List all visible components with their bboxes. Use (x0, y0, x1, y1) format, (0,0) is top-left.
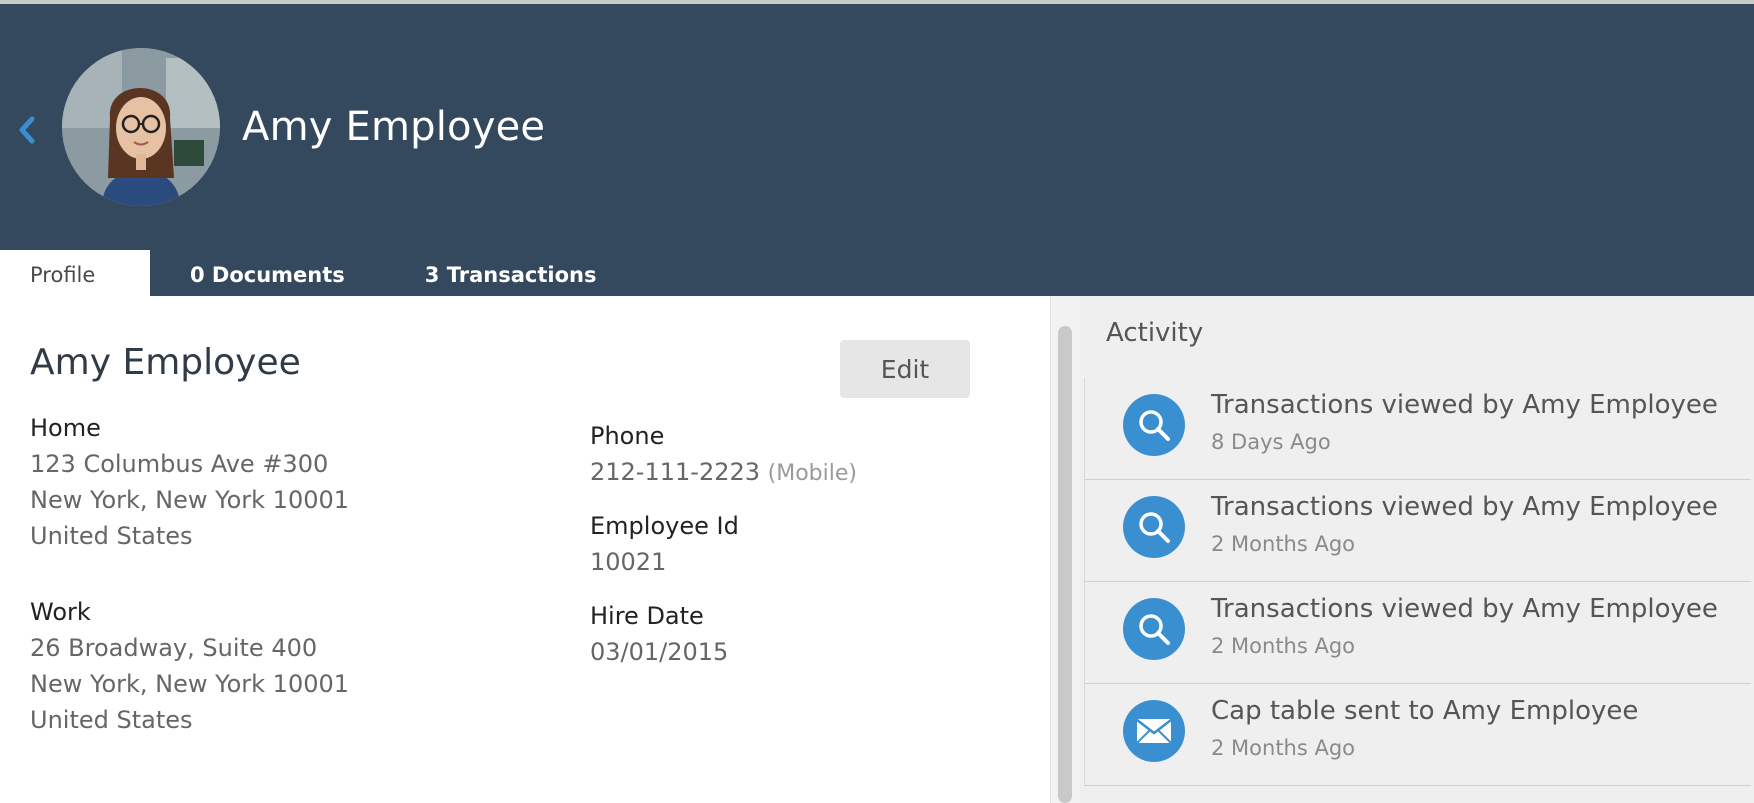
activity-panel: Activity Transactions viewed by Amy Empl… (1080, 296, 1754, 803)
activity-item[interactable]: Cap table sent to Amy Employee 2 Months … (1085, 684, 1751, 786)
profile-panel: Amy Employee Edit Home 123 Columbus Ave … (0, 296, 1050, 803)
activity-time: 8 Days Ago (1211, 430, 1331, 454)
employee-id-value: 10021 (590, 548, 667, 576)
activity-item[interactable]: Transactions viewed by Amy Employee 2 Mo… (1085, 480, 1751, 582)
search-icon (1123, 394, 1185, 456)
activity-text: Transactions viewed by Amy Employee (1211, 390, 1718, 420)
home-address-label: Home (30, 414, 101, 442)
envelope-icon (1123, 700, 1185, 762)
activity-list: Transactions viewed by Amy Employee 8 Da… (1084, 378, 1751, 786)
home-address-line-3: United States (30, 522, 193, 550)
home-address-line-2: New York, New York 10001 (30, 486, 350, 514)
profile-tabs: Profile 0 Documents 3 Transactions (0, 250, 636, 300)
employee-id-label: Employee Id (590, 512, 739, 540)
activity-text: Transactions viewed by Amy Employee (1211, 492, 1718, 522)
phone-label: Phone (590, 422, 665, 450)
phone-type: (Mobile) (767, 461, 857, 486)
header-employee-name: Amy Employee (242, 104, 546, 150)
activity-text: Cap table sent to Amy Employee (1211, 696, 1639, 726)
work-address-label: Work (30, 598, 91, 626)
work-address-line-1: 26 Broadway, Suite 400 (30, 634, 318, 662)
hire-date-value: 03/01/2015 (590, 638, 729, 666)
back-button[interactable] (12, 112, 42, 148)
activity-time: 2 Months Ago (1211, 532, 1356, 556)
activity-time: 2 Months Ago (1211, 736, 1356, 760)
avatar (62, 48, 220, 206)
activity-item[interactable]: Transactions viewed by Amy Employee 2 Mo… (1085, 582, 1751, 684)
work-address-line-2: New York, New York 10001 (30, 670, 350, 698)
tab-transactions[interactable]: 3 Transactions (385, 250, 637, 300)
phone-value: 212-111-2223 (Mobile) (590, 454, 857, 492)
profile-title: Amy Employee (30, 342, 301, 383)
activity-text: Transactions viewed by Amy Employee (1211, 594, 1718, 624)
work-address-line-3: United States (30, 706, 193, 734)
hire-date-label: Hire Date (590, 602, 704, 630)
tab-profile[interactable]: Profile (0, 250, 150, 300)
edit-button[interactable]: Edit (840, 340, 970, 398)
home-address-line-1: 123 Columbus Ave #300 (30, 450, 329, 478)
activity-time: 2 Months Ago (1211, 634, 1356, 658)
activity-title: Activity (1106, 318, 1204, 348)
activity-item[interactable]: Transactions viewed by Amy Employee 8 Da… (1085, 378, 1751, 480)
search-icon (1123, 598, 1185, 660)
scrollbar-thumb[interactable] (1058, 326, 1072, 803)
profile-header: Amy Employee Profile 0 Documents 3 Trans… (0, 4, 1754, 300)
tab-documents[interactable]: 0 Documents (150, 250, 385, 300)
search-icon (1123, 496, 1185, 558)
chevron-left-icon (19, 116, 35, 144)
phone-number: 212-111-2223 (590, 458, 761, 486)
